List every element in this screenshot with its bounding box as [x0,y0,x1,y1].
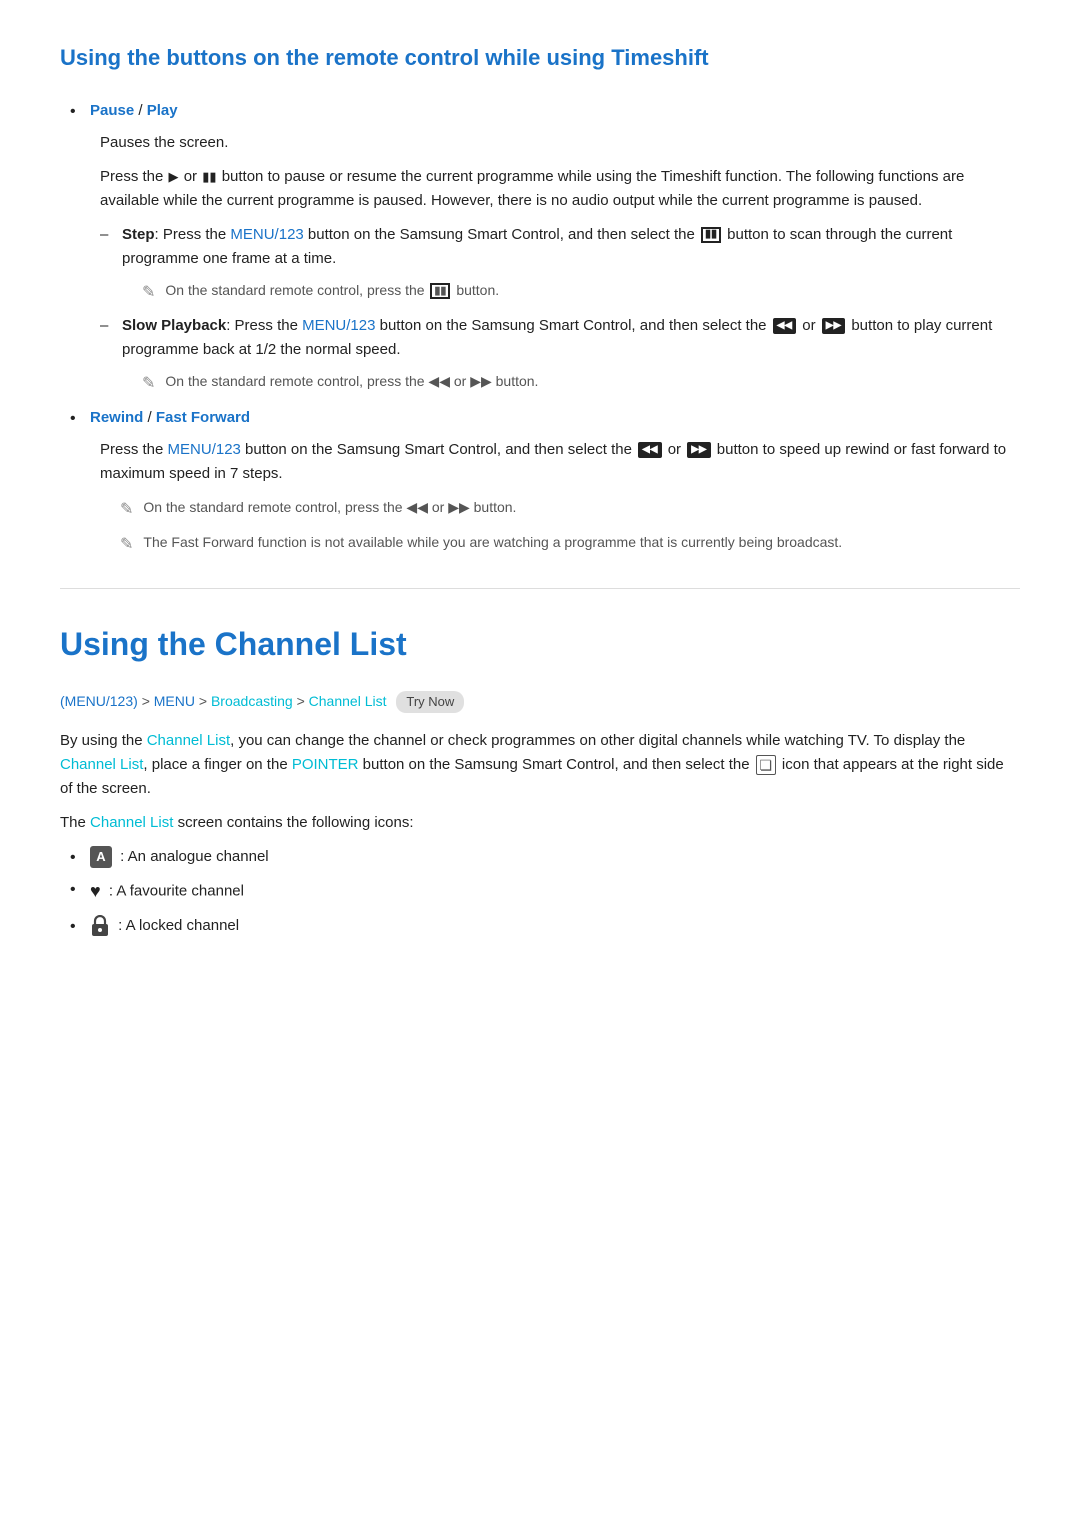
channel-list-link1[interactable]: Channel List [147,732,230,749]
channel-icon-locked: : A locked channel [70,914,1020,938]
pencil-icon-3: ✎ [120,497,133,523]
rewind-note2: ✎ The Fast Forward function is not avail… [120,531,1020,558]
rewind-box-icon: ◀◀ [773,318,796,334]
rewind-btn-icon: ◀◀ [638,442,661,458]
ffwd-btn-icon: ▶▶ [687,442,710,458]
channel-icon-favourite: ♥ : A favourite channel [70,877,1020,906]
rewind-para: Press the MENU/123 button on the Samsung… [100,438,1020,486]
rewind-ffwd-content: Press the MENU/123 button on the Samsung… [100,438,1020,557]
rewind-note1-text: On the standard remote control, press th… [143,496,516,518]
slow-bold: Slow Playback [122,317,226,334]
breadcrumb-menu123: (MENU/123) [60,693,138,709]
channel-list-link2[interactable]: Channel List [60,756,143,773]
analogue-description: : An analogue channel [120,848,268,865]
step-menu123: MENU/123 [230,226,303,243]
analogue-icon: A [90,846,112,868]
try-now-badge[interactable]: Try Now [396,691,464,714]
pause-play-content: Pauses the screen. Press the ▶ or ▮▮ but… [100,131,1020,396]
breadcrumb-channel-list: Channel List [309,693,387,709]
step-pause-inline-icon: ▮▮ [430,283,450,299]
channel-icon-analogue: A : An analogue channel [70,845,1020,869]
favourite-description: : A favourite channel [109,883,244,900]
slow-note-text: On the standard remote control, press th… [165,370,538,392]
pause-play-separator: / [138,102,146,119]
channel-list-title: Using the Channel List [60,619,1020,670]
rewind-note1: ✎ On the standard remote control, press … [120,496,1020,523]
breadcrumb-arrow2: > [199,693,211,709]
play-triangle-icon: ▶ [169,167,179,188]
channel-list-para1: By using the Channel List, you can chang… [60,729,1020,801]
pause-bars-icon: ▮▮ [202,167,216,188]
step-note-text: On the standard remote control, press th… [165,279,499,301]
section-title-timeshift: Using the buttons on the remote control … [60,40,1020,81]
channel-list-link3[interactable]: Channel List [90,814,173,831]
pencil-icon-4: ✎ [120,532,133,558]
pencil-icon-1: ✎ [142,280,155,306]
pencil-icon-2: ✎ [142,371,155,397]
play-label: Play [147,102,178,119]
bullet-rewind-ffwd: Rewind / Fast Forward Press the MENU/123… [70,406,1020,557]
bullet-pause-play: Pause / Play Pauses the screen. Press th… [70,99,1020,396]
locked-description: : A locked channel [118,917,239,934]
breadcrumb-menu: MENU [154,693,195,709]
dash-slow-playback: Slow Playback: Press the MENU/123 button… [100,314,1020,397]
rewind-note2-text: The Fast Forward function is not availab… [143,531,842,553]
rewind-ffwd-sep: / [148,409,156,426]
breadcrumb-arrow1: > [142,693,154,709]
channel-list-para2: The Channel List screen contains the fol… [60,811,1020,835]
slow-note: ✎ On the standard remote control, press … [142,370,1020,397]
section-channel-list: Using the Channel List (MENU/123) > MENU… [60,619,1020,939]
pointer-link[interactable]: POINTER [292,756,359,773]
heart-favourite-icon: ♥ [90,881,101,901]
step-pause-icon: ▮▮ [701,227,721,243]
fast-forward-label: Fast Forward [156,409,250,426]
grid-channel-icon: ❏ [756,755,776,775]
rewind-menu123: MENU/123 [168,441,241,458]
pause-para1: Pauses the screen. [100,131,1020,155]
pause-label: Pause [90,102,134,119]
section-divider [60,588,1020,589]
ffwd-box-icon: ▶▶ [822,318,845,334]
step-bold: Step [122,226,155,243]
section-timeshift: Using the buttons on the remote control … [60,40,1020,558]
dash-step: Step: Press the MENU/123 button on the S… [100,223,1020,306]
rewind-label: Rewind [90,409,143,426]
breadcrumb: (MENU/123) > MENU > Broadcasting > Chann… [60,690,1020,714]
breadcrumb-broadcasting: Broadcasting [211,693,293,709]
channel-icons-list: A : An analogue channel ♥ : A favourite … [60,845,1020,938]
timeshift-bullet-list: Pause / Play Pauses the screen. Press th… [60,99,1020,557]
slow-menu123: MENU/123 [302,317,375,334]
breadcrumb-arrow3: > [297,693,309,709]
lock-channel-icon [90,915,110,937]
step-note: ✎ On the standard remote control, press … [142,279,1020,306]
pause-para2: Press the ▶ or ▮▮ button to pause or res… [100,165,1020,213]
